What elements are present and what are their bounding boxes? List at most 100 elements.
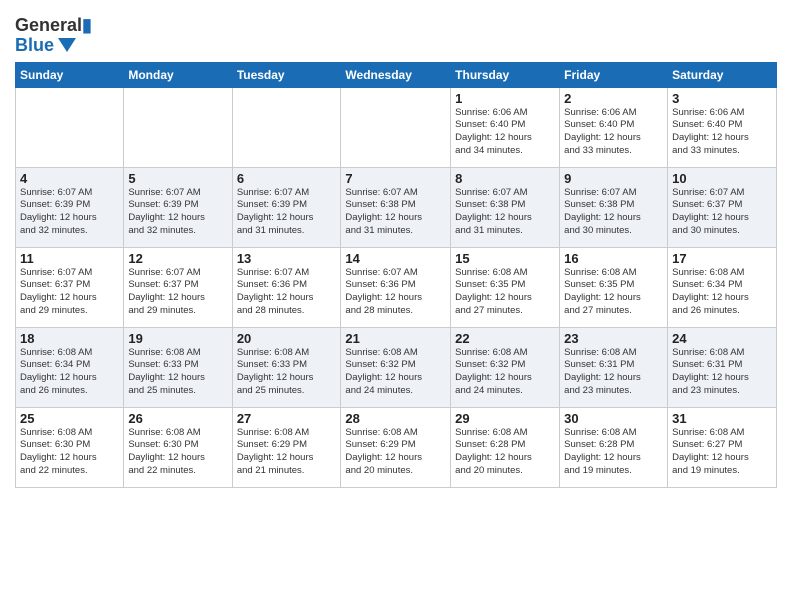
cell-info: Sunrise: 6:07 AM Sunset: 6:39 PM Dayligh… (20, 187, 119, 238)
weekday-header-cell: Thursday (451, 62, 560, 87)
calendar-cell: 16Sunrise: 6:08 AM Sunset: 6:35 PM Dayli… (560, 247, 668, 327)
cell-info: Sunrise: 6:07 AM Sunset: 6:36 PM Dayligh… (237, 267, 337, 318)
day-number: 8 (455, 171, 555, 186)
cell-info: Sunrise: 6:07 AM Sunset: 6:39 PM Dayligh… (237, 187, 337, 238)
calendar-cell: 31Sunrise: 6:08 AM Sunset: 6:27 PM Dayli… (668, 407, 777, 487)
day-number: 15 (455, 251, 555, 266)
weekday-header-cell: Monday (124, 62, 232, 87)
day-number: 10 (672, 171, 772, 186)
calendar-cell: 22Sunrise: 6:08 AM Sunset: 6:32 PM Dayli… (451, 327, 560, 407)
calendar-week-row: 1Sunrise: 6:06 AM Sunset: 6:40 PM Daylig… (16, 87, 777, 167)
logo-text: General▮ (15, 16, 92, 36)
cell-info: Sunrise: 6:07 AM Sunset: 6:36 PM Dayligh… (345, 267, 446, 318)
cell-info: Sunrise: 6:07 AM Sunset: 6:38 PM Dayligh… (455, 187, 555, 238)
day-number: 18 (20, 331, 119, 346)
cell-info: Sunrise: 6:07 AM Sunset: 6:39 PM Dayligh… (128, 187, 227, 238)
day-number: 17 (672, 251, 772, 266)
day-number: 13 (237, 251, 337, 266)
day-number: 7 (345, 171, 446, 186)
page-header: General▮ Blue (15, 10, 777, 56)
cell-info: Sunrise: 6:08 AM Sunset: 6:32 PM Dayligh… (455, 347, 555, 398)
weekday-header-cell: Sunday (16, 62, 124, 87)
cell-info: Sunrise: 6:08 AM Sunset: 6:29 PM Dayligh… (237, 427, 337, 478)
calendar-cell: 11Sunrise: 6:07 AM Sunset: 6:37 PM Dayli… (16, 247, 124, 327)
day-number: 2 (564, 91, 663, 106)
calendar-cell: 15Sunrise: 6:08 AM Sunset: 6:35 PM Dayli… (451, 247, 560, 327)
cell-info: Sunrise: 6:08 AM Sunset: 6:33 PM Dayligh… (237, 347, 337, 398)
cell-info: Sunrise: 6:08 AM Sunset: 6:27 PM Dayligh… (672, 427, 772, 478)
calendar-body: 1Sunrise: 6:06 AM Sunset: 6:40 PM Daylig… (16, 87, 777, 487)
cell-info: Sunrise: 6:07 AM Sunset: 6:37 PM Dayligh… (672, 187, 772, 238)
weekday-header-row: SundayMondayTuesdayWednesdayThursdayFrid… (16, 62, 777, 87)
calendar-cell: 1Sunrise: 6:06 AM Sunset: 6:40 PM Daylig… (451, 87, 560, 167)
calendar-cell: 13Sunrise: 6:07 AM Sunset: 6:36 PM Dayli… (232, 247, 341, 327)
calendar-cell (16, 87, 124, 167)
calendar-week-row: 11Sunrise: 6:07 AM Sunset: 6:37 PM Dayli… (16, 247, 777, 327)
day-number: 14 (345, 251, 446, 266)
day-number: 19 (128, 331, 227, 346)
calendar-cell: 28Sunrise: 6:08 AM Sunset: 6:29 PM Dayli… (341, 407, 451, 487)
calendar-cell: 30Sunrise: 6:08 AM Sunset: 6:28 PM Dayli… (560, 407, 668, 487)
calendar-cell: 5Sunrise: 6:07 AM Sunset: 6:39 PM Daylig… (124, 167, 232, 247)
day-number: 12 (128, 251, 227, 266)
calendar-cell: 9Sunrise: 6:07 AM Sunset: 6:38 PM Daylig… (560, 167, 668, 247)
calendar-cell: 25Sunrise: 6:08 AM Sunset: 6:30 PM Dayli… (16, 407, 124, 487)
weekday-header-cell: Tuesday (232, 62, 341, 87)
day-number: 25 (20, 411, 119, 426)
cell-info: Sunrise: 6:08 AM Sunset: 6:34 PM Dayligh… (20, 347, 119, 398)
calendar-week-row: 25Sunrise: 6:08 AM Sunset: 6:30 PM Dayli… (16, 407, 777, 487)
calendar-cell: 23Sunrise: 6:08 AM Sunset: 6:31 PM Dayli… (560, 327, 668, 407)
cell-info: Sunrise: 6:08 AM Sunset: 6:30 PM Dayligh… (20, 427, 119, 478)
cell-info: Sunrise: 6:08 AM Sunset: 6:28 PM Dayligh… (455, 427, 555, 478)
calendar-cell: 21Sunrise: 6:08 AM Sunset: 6:32 PM Dayli… (341, 327, 451, 407)
calendar-cell: 8Sunrise: 6:07 AM Sunset: 6:38 PM Daylig… (451, 167, 560, 247)
day-number: 28 (345, 411, 446, 426)
day-number: 29 (455, 411, 555, 426)
cell-info: Sunrise: 6:07 AM Sunset: 6:37 PM Dayligh… (20, 267, 119, 318)
calendar-cell: 14Sunrise: 6:07 AM Sunset: 6:36 PM Dayli… (341, 247, 451, 327)
cell-info: Sunrise: 6:08 AM Sunset: 6:34 PM Dayligh… (672, 267, 772, 318)
calendar-table: SundayMondayTuesdayWednesdayThursdayFrid… (15, 62, 777, 488)
cell-info: Sunrise: 6:07 AM Sunset: 6:37 PM Dayligh… (128, 267, 227, 318)
day-number: 26 (128, 411, 227, 426)
day-number: 5 (128, 171, 227, 186)
day-number: 9 (564, 171, 663, 186)
cell-info: Sunrise: 6:08 AM Sunset: 6:35 PM Dayligh… (455, 267, 555, 318)
calendar-cell: 10Sunrise: 6:07 AM Sunset: 6:37 PM Dayli… (668, 167, 777, 247)
day-number: 6 (237, 171, 337, 186)
cell-info: Sunrise: 6:06 AM Sunset: 6:40 PM Dayligh… (672, 107, 772, 158)
cell-info: Sunrise: 6:06 AM Sunset: 6:40 PM Dayligh… (455, 107, 555, 158)
logo-arrow-icon (58, 38, 76, 52)
day-number: 4 (20, 171, 119, 186)
weekday-header-cell: Wednesday (341, 62, 451, 87)
calendar-cell: 27Sunrise: 6:08 AM Sunset: 6:29 PM Dayli… (232, 407, 341, 487)
calendar-cell: 26Sunrise: 6:08 AM Sunset: 6:30 PM Dayli… (124, 407, 232, 487)
weekday-header-cell: Friday (560, 62, 668, 87)
cell-info: Sunrise: 6:08 AM Sunset: 6:31 PM Dayligh… (564, 347, 663, 398)
calendar-cell: 3Sunrise: 6:06 AM Sunset: 6:40 PM Daylig… (668, 87, 777, 167)
day-number: 30 (564, 411, 663, 426)
cell-info: Sunrise: 6:08 AM Sunset: 6:29 PM Dayligh… (345, 427, 446, 478)
day-number: 23 (564, 331, 663, 346)
calendar-week-row: 4Sunrise: 6:07 AM Sunset: 6:39 PM Daylig… (16, 167, 777, 247)
calendar-cell: 12Sunrise: 6:07 AM Sunset: 6:37 PM Dayli… (124, 247, 232, 327)
cell-info: Sunrise: 6:08 AM Sunset: 6:33 PM Dayligh… (128, 347, 227, 398)
day-number: 16 (564, 251, 663, 266)
cell-info: Sunrise: 6:08 AM Sunset: 6:30 PM Dayligh… (128, 427, 227, 478)
cell-info: Sunrise: 6:06 AM Sunset: 6:40 PM Dayligh… (564, 107, 663, 158)
calendar-cell: 6Sunrise: 6:07 AM Sunset: 6:39 PM Daylig… (232, 167, 341, 247)
weekday-header-cell: Saturday (668, 62, 777, 87)
cell-info: Sunrise: 6:07 AM Sunset: 6:38 PM Dayligh… (564, 187, 663, 238)
calendar-cell (124, 87, 232, 167)
cell-info: Sunrise: 6:08 AM Sunset: 6:28 PM Dayligh… (564, 427, 663, 478)
day-number: 27 (237, 411, 337, 426)
calendar-cell: 18Sunrise: 6:08 AM Sunset: 6:34 PM Dayli… (16, 327, 124, 407)
calendar-cell: 24Sunrise: 6:08 AM Sunset: 6:31 PM Dayli… (668, 327, 777, 407)
cell-info: Sunrise: 6:08 AM Sunset: 6:32 PM Dayligh… (345, 347, 446, 398)
cell-info: Sunrise: 6:07 AM Sunset: 6:38 PM Dayligh… (345, 187, 446, 238)
calendar-cell (232, 87, 341, 167)
calendar-cell (341, 87, 451, 167)
cell-info: Sunrise: 6:08 AM Sunset: 6:35 PM Dayligh… (564, 267, 663, 318)
calendar-cell: 2Sunrise: 6:06 AM Sunset: 6:40 PM Daylig… (560, 87, 668, 167)
calendar-cell: 19Sunrise: 6:08 AM Sunset: 6:33 PM Dayli… (124, 327, 232, 407)
